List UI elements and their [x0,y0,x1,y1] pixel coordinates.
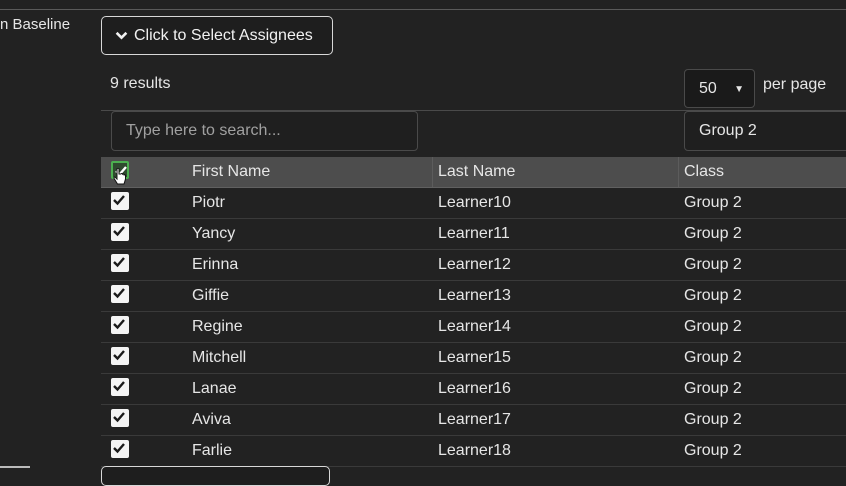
search-input[interactable] [111,111,418,151]
class-filter-value: Group 2 [699,122,757,139]
per-page-label: per page [763,76,827,93]
table-row[interactable]: Mitchell Learner15 Group 2 [101,343,846,374]
column-header-last-name[interactable]: Last Name [438,157,515,187]
table-row[interactable]: Lanae Learner16 Group 2 [101,374,846,405]
table-row[interactable]: Giffie Learner13 Group 2 [101,281,846,312]
hand-cursor-icon [113,168,126,185]
cell-last-name: Learner18 [438,442,511,459]
checkmark-icon [113,195,125,206]
cell-last-name: Learner17 [438,411,511,428]
cell-class: Group 2 [684,318,742,335]
cell-class: Group 2 [684,411,742,428]
cell-first-name: Yancy [192,225,236,242]
row-checkbox[interactable] [111,409,129,427]
column-divider [432,157,433,187]
table-row[interactable]: Yancy Learner11 Group 2 [101,219,846,250]
cell-first-name: Farlie [192,442,233,459]
cell-last-name: Learner10 [438,194,511,211]
select-assignees-button[interactable]: Click to Select Assignees [101,16,333,55]
cell-class: Group 2 [684,256,742,273]
per-page-value: 50 [699,79,717,97]
checkmark-icon [113,288,125,299]
cell-class: Group 2 [684,225,742,242]
cell-last-name: Learner12 [438,256,511,273]
cell-class: Group 2 [684,380,742,397]
checkmark-icon [113,381,125,392]
table-row[interactable]: Erinna Learner12 Group 2 [101,250,846,281]
row-checkbox[interactable] [111,192,129,210]
results-count: 9 results [110,75,171,92]
field-label: n Baseline [0,16,71,33]
table-body: Piotr Learner10 Group 2 Yancy Learner11 Group… [101,188,846,467]
checkmark-icon [113,319,125,330]
cell-first-name: Aviva [192,411,231,428]
checkmark-icon [113,226,125,237]
per-page-select[interactable]: 50 ▼ [684,69,755,108]
row-checkbox[interactable] [111,254,129,272]
cell-class: Group 2 [684,442,742,459]
cell-last-name: Learner16 [438,380,511,397]
row-checkbox[interactable] [111,285,129,303]
chevron-down-icon [115,31,128,40]
cell-last-name: Learner15 [438,349,511,366]
cell-first-name: Erinna [192,256,239,273]
cell-last-name: Learner13 [438,287,511,304]
cell-class: Group 2 [684,194,742,211]
cell-first-name: Regine [192,318,243,335]
checkmark-icon [113,443,125,454]
next-select-button[interactable] [101,466,330,486]
cell-first-name: Piotr [192,194,225,211]
column-divider [678,157,679,187]
checkmark-icon [113,412,125,423]
select-assignees-label: Click to Select Assignees [134,26,313,44]
table-row[interactable]: Regine Learner14 Group 2 [101,312,846,343]
cell-class: Group 2 [684,349,742,366]
column-header-class[interactable]: Class [684,157,724,187]
checkmark-icon [113,350,125,361]
column-header-first-name[interactable]: First Name [192,157,270,187]
top-divider [0,9,846,10]
row-checkbox[interactable] [111,316,129,334]
caret-down-icon: ▼ [734,84,744,95]
table-row[interactable]: Piotr Learner10 Group 2 [101,188,846,219]
learners-table: First Name Last Name Class Piotr Learner1… [101,157,846,467]
cell-first-name: Giffie [192,287,230,304]
row-checkbox[interactable] [111,223,129,241]
row-checkbox[interactable] [111,440,129,458]
cell-first-name: Mitchell [192,349,247,366]
class-filter-select[interactable]: Group 2 [684,111,846,151]
row-checkbox[interactable] [111,347,129,365]
checkmark-icon [113,257,125,268]
table-header: First Name Last Name Class [101,157,846,188]
cell-last-name: Learner11 [438,225,510,242]
table-row[interactable]: Farlie Learner18 Group 2 [101,436,846,467]
cell-first-name: Lanae [192,380,237,397]
row-checkbox[interactable] [111,378,129,396]
table-row[interactable]: Aviva Learner17 Group 2 [101,405,846,436]
next-field-label [0,466,30,468]
cell-last-name: Learner14 [438,318,511,335]
cell-class: Group 2 [684,287,742,304]
